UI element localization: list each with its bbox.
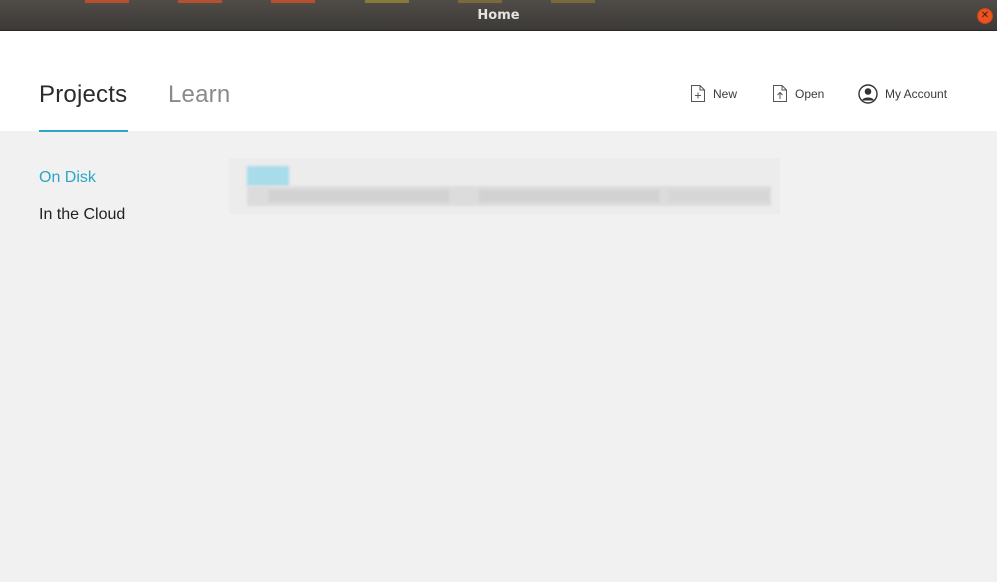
open-file-icon bbox=[773, 85, 787, 102]
app-header: Projects Learn New Open My Account bbox=[0, 31, 997, 132]
new-button[interactable]: New bbox=[690, 84, 737, 103]
my-account-button[interactable]: My Account bbox=[858, 84, 947, 104]
tab-projects[interactable]: Projects bbox=[39, 81, 127, 109]
desktop-strip bbox=[458, 0, 502, 3]
project-thumbnail bbox=[247, 166, 289, 186]
open-button[interactable]: Open bbox=[772, 84, 824, 103]
desktop-strip bbox=[271, 0, 315, 3]
project-card[interactable] bbox=[229, 158, 780, 214]
sidebar-item-in-the-cloud[interactable]: In the Cloud bbox=[39, 206, 125, 224]
window-title: Home bbox=[477, 8, 520, 23]
desktop-strip bbox=[365, 0, 409, 3]
desktop-strip bbox=[178, 0, 222, 3]
project-path-segment bbox=[669, 190, 769, 202]
project-path-segment bbox=[479, 190, 659, 202]
account-icon bbox=[858, 84, 878, 104]
open-button-label: Open bbox=[795, 86, 825, 101]
desktop-strip bbox=[551, 0, 595, 3]
close-icon: ✕ bbox=[980, 10, 990, 21]
desktop-strip bbox=[85, 0, 129, 3]
new-file-icon bbox=[691, 85, 705, 102]
active-tab-indicator bbox=[39, 130, 128, 132]
sidebar-item-on-disk[interactable]: On Disk bbox=[39, 169, 96, 187]
tab-learn[interactable]: Learn bbox=[168, 81, 230, 109]
my-account-label: My Account bbox=[885, 87, 948, 101]
new-button-label: New bbox=[713, 86, 738, 101]
project-path-segment bbox=[269, 190, 449, 202]
close-button[interactable]: ✕ bbox=[977, 8, 993, 24]
window-titlebar[interactable]: Home ✕ bbox=[0, 0, 997, 31]
